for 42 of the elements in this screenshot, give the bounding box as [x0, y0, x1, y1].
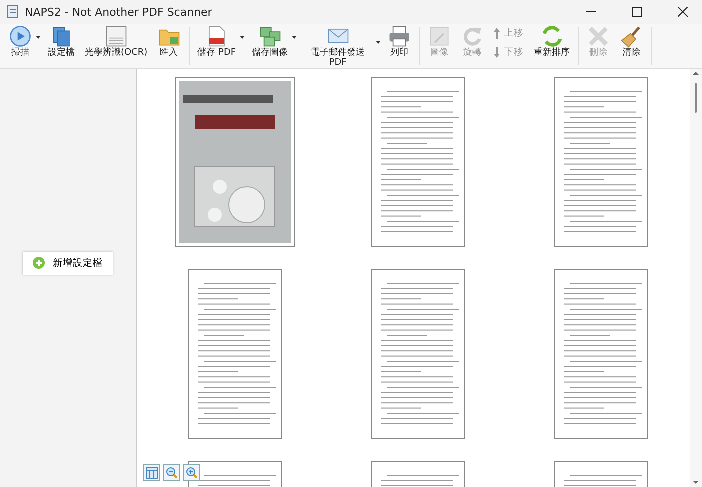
toolbar-icon [9, 25, 32, 48]
toolbar-icon [50, 25, 73, 48]
caret-icon[interactable] [36, 36, 41, 39]
caret-icon[interactable] [376, 41, 382, 44]
page-thumbnail[interactable] [174, 77, 294, 247]
toolbar-button[interactable]: 電子郵件發送 PDF [301, 24, 376, 69]
app-icon [7, 5, 19, 19]
page-thumbnail[interactable] [370, 269, 464, 439]
toolbar-icon [428, 25, 452, 48]
table-icon [146, 466, 158, 478]
caret-icon[interactable] [240, 36, 246, 39]
zoom-in-icon [186, 466, 198, 478]
toolbar-button[interactable]: 清除 [617, 24, 646, 59]
toolbar-button[interactable]: 匯入 [154, 24, 184, 59]
zoom-out-button[interactable] [163, 464, 180, 481]
toolbar-icon [587, 25, 610, 48]
toolbar-icon [620, 25, 644, 48]
toolbar-button[interactable]: 重新排序 [531, 24, 574, 59]
toolbar-icon [540, 25, 564, 48]
toolbar-button[interactable]: 掃描 [6, 24, 35, 59]
maximize-icon[interactable] [632, 7, 642, 17]
caret-icon[interactable] [292, 36, 298, 39]
page-thumbnail[interactable] [370, 77, 464, 247]
page-thumbnail[interactable] [554, 77, 648, 247]
arrow-icon [494, 28, 500, 39]
toolbar-button[interactable]: 光學辨識(OCR) [82, 24, 151, 59]
window-title: NAPS2 - Not Another PDF Scanner [25, 6, 212, 18]
page-thumbnail[interactable] [188, 269, 282, 439]
add-profile-button[interactable]: 新增設定檔 [23, 252, 113, 274]
zoom-out-icon [166, 466, 178, 478]
toolbar-icon [258, 25, 282, 48]
toolbar-button[interactable]: 儲存 PDF [194, 24, 240, 59]
page-thumbnail[interactable] [554, 269, 648, 439]
toolbar-button[interactable]: 設定檔 [45, 24, 78, 59]
layout-toggle-button[interactable] [143, 464, 160, 481]
toolbar-icon [461, 25, 484, 48]
zoom-in-button[interactable] [183, 464, 200, 481]
plus-icon [33, 257, 45, 269]
toolbar-button[interactable]: 列印 [385, 24, 414, 59]
arrow-icon [494, 47, 500, 58]
close-icon[interactable] [678, 7, 688, 17]
toolbar-button[interactable]: 儲存圖像 [249, 24, 292, 59]
